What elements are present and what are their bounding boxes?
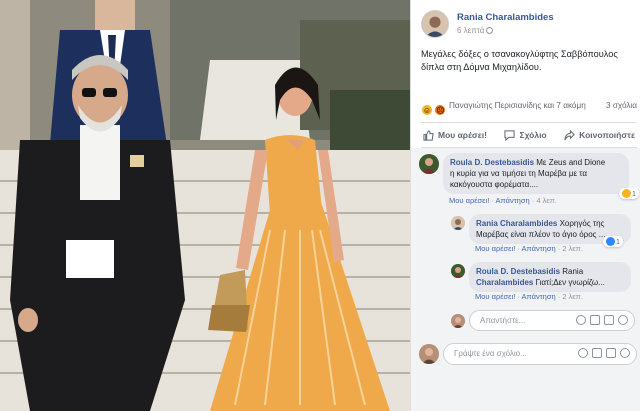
comment-text: Χορηγός της: [557, 219, 605, 228]
post-actions: Μου αρέσει! Σχόλιο Κοινοποιήστε: [421, 122, 637, 148]
comment-bubble: Roula D. Destebasidis Rania Charalambide…: [469, 262, 631, 292]
comment-like-link[interactable]: Μου αρέσει!: [475, 292, 515, 301]
emoji-icon[interactable]: [576, 315, 586, 325]
comment-input-icons: [578, 348, 630, 358]
comment-time[interactable]: 2 λεπ.: [562, 244, 583, 253]
comment-author[interactable]: Roula D. Destebasidis: [476, 267, 560, 276]
angry-reaction-icon: ☹: [434, 104, 447, 116]
post-time-text[interactable]: 6 λεπτά: [457, 26, 484, 35]
current-user-avatar: [451, 314, 465, 328]
haha-reaction-icon: [622, 189, 631, 198]
comment-placeholder: Γράψτε ένα σχόλιο...: [454, 349, 527, 358]
commenter-avatar[interactable]: [419, 154, 439, 174]
sticker-icon[interactable]: [620, 348, 630, 358]
commenter-avatar[interactable]: [451, 216, 465, 230]
comment-reply-link[interactable]: Απάντηση: [522, 292, 556, 301]
share-label: Κοινοποιήστε: [579, 130, 635, 140]
comment-meta: Μου αρέσει! · Απάντηση · 2 λεπ.: [475, 292, 583, 301]
reaction-icons: ☺ ☹: [421, 100, 447, 118]
comment-reaction-badge[interactable]: 1: [603, 236, 623, 247]
comment-text: Rania: [560, 267, 584, 276]
like-reaction-icon: [606, 237, 615, 246]
comment-author[interactable]: Rania Charalambides: [476, 219, 557, 228]
comment-reply-link[interactable]: Απάντηση: [522, 244, 556, 253]
comment-time[interactable]: 4 λεπ.: [536, 196, 557, 205]
gif-icon[interactable]: [606, 348, 616, 358]
reply-input[interactable]: Απαντήστε...: [469, 310, 635, 331]
comments-section: Roula D. Destebasidis Με Zeus and Dione …: [411, 148, 640, 411]
reaction-names[interactable]: Παναγιώτης Περισιανίδης και 7 ακόμη: [449, 101, 586, 110]
post-header: Rania Charalambides 6 λεπτά: [421, 10, 636, 40]
comment-meta: Μου αρέσει! · Απάντηση · 4 λεπ.: [449, 196, 557, 205]
comment-mention[interactable]: Charalambides: [476, 278, 533, 287]
post-timestamp[interactable]: 6 λεπτά: [457, 26, 494, 35]
reactions-bar[interactable]: ☺ ☹ Παναγιώτης Περισιανίδης και 7 ακόμη …: [421, 100, 637, 116]
emoji-icon[interactable]: [578, 348, 588, 358]
comment-label: Σχόλιο: [519, 130, 547, 140]
comment-text: Μαρέβας είναι πλέον το άγιο όρος ...: [476, 230, 606, 239]
like-label: Μου αρέσει!: [438, 130, 487, 140]
comment-reply-link[interactable]: Απάντηση: [496, 196, 530, 205]
camera-icon[interactable]: [590, 315, 600, 325]
gif-icon[interactable]: [604, 315, 614, 325]
current-user-avatar: [419, 344, 439, 364]
comment-input[interactable]: Γράψτε ένα σχόλιο...: [443, 343, 637, 365]
reply-input-icons: [576, 315, 628, 325]
badge-count: 1: [616, 239, 620, 246]
like-button[interactable]: Μου αρέσει!: [421, 129, 489, 141]
globe-icon: [486, 27, 494, 34]
haha-reaction-icon: ☺: [421, 104, 433, 116]
comment-text: Γιατί;Δεν γνωρίζω...: [533, 278, 605, 287]
comment-icon: [504, 129, 516, 141]
comment-meta: Μου αρέσει! · Απάντηση · 2 λεπ.: [475, 244, 583, 253]
comment-bubble: Roula D. Destebasidis Με Zeus and Dione …: [443, 153, 629, 194]
share-icon: [564, 129, 575, 140]
camera-icon[interactable]: [592, 348, 602, 358]
comment-author[interactable]: Roula D. Destebasidis: [450, 158, 534, 167]
comments-count[interactable]: 3 σχόλια: [606, 101, 637, 110]
comment-button[interactable]: Σχόλιο: [502, 129, 548, 141]
comment-text: κακόγουστα φορέματα....: [450, 180, 539, 189]
comment-time[interactable]: 2 λεπ.: [562, 292, 583, 301]
author-avatar[interactable]: [421, 10, 449, 38]
post-side-panel: Rania Charalambides 6 λεπτά Μεγάλες δόξε…: [410, 0, 640, 411]
post-author-name[interactable]: Rania Charalambides: [457, 12, 554, 23]
post-text: Μεγάλες δόξες ο τσανακογλύφτης Σαββόπουλ…: [421, 49, 618, 72]
post-photo[interactable]: [0, 0, 410, 411]
badge-count: 1: [632, 191, 636, 198]
comment-like-link[interactable]: Μου αρέσει!: [449, 196, 489, 205]
reply-placeholder: Απαντήστε...: [480, 316, 526, 325]
thumbs-up-icon: [423, 129, 434, 141]
facebook-photo-viewer: Rania Charalambides 6 λεπτά Μεγάλες δόξε…: [0, 0, 640, 411]
comment-reaction-badge[interactable]: 1: [619, 188, 639, 199]
comment-like-link[interactable]: Μου αρέσει!: [475, 244, 515, 253]
commenter-avatar[interactable]: [451, 264, 465, 278]
comment-text: Με Zeus and Dione: [534, 158, 606, 167]
share-button[interactable]: Κοινοποιήστε: [562, 129, 637, 141]
sticker-icon[interactable]: [618, 315, 628, 325]
comment-text: η κυρία για να τιμήσει τη Μαρέβα με τα: [450, 169, 587, 178]
photo-illustration: [0, 0, 410, 411]
